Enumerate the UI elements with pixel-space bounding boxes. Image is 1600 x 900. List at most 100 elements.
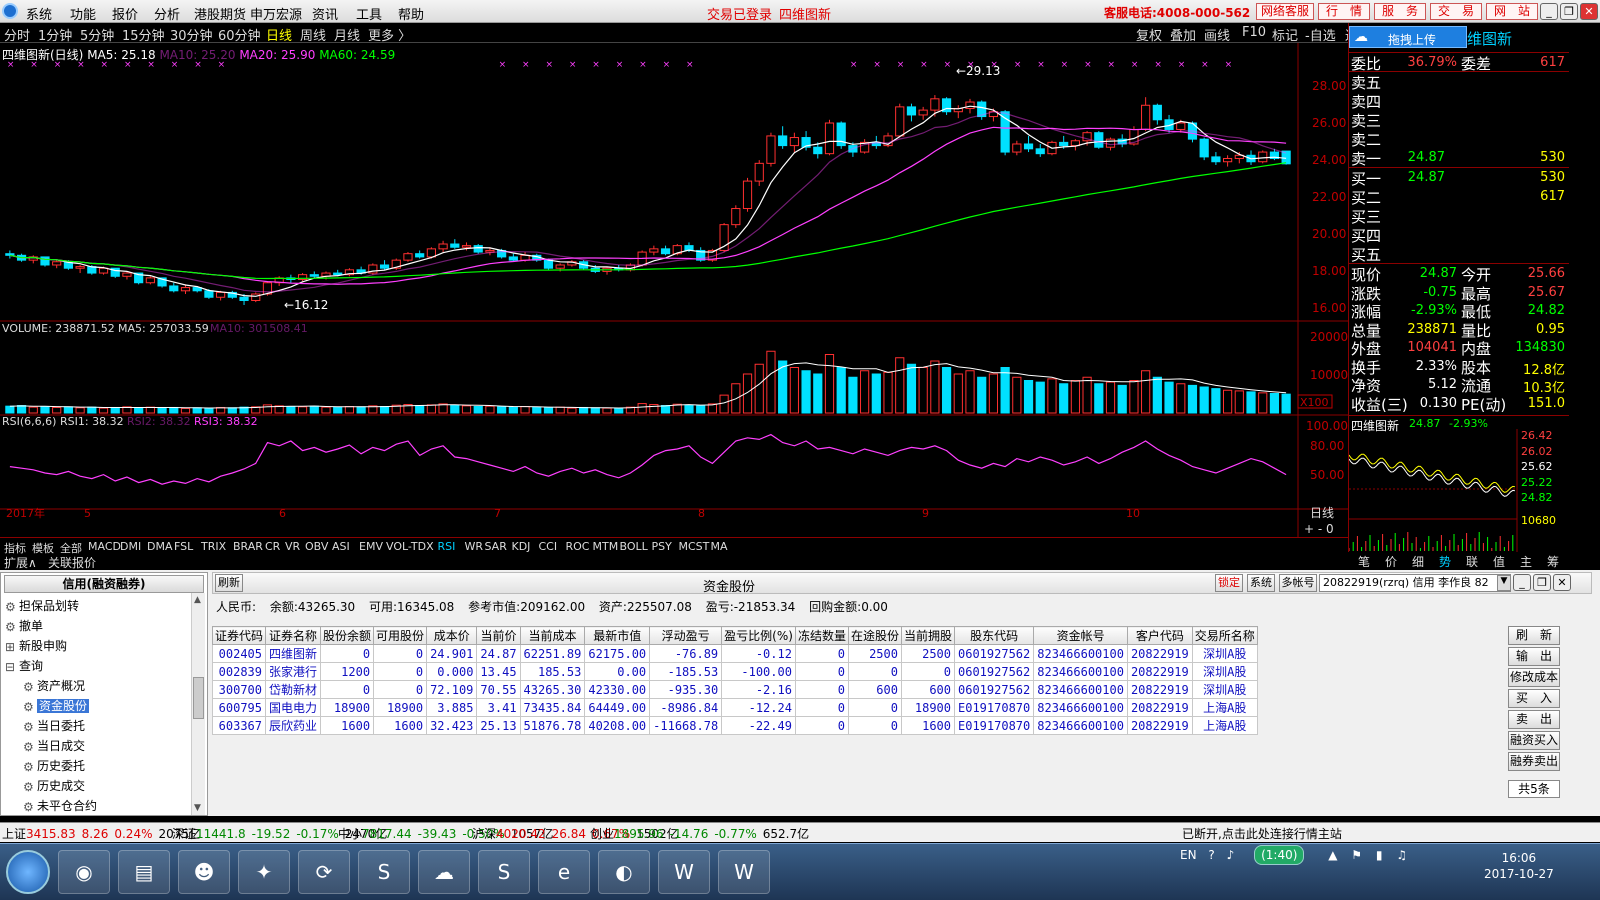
indicator-tab[interactable]: VOL-TDX <box>386 540 434 553</box>
action-button[interactable]: 卖 出 <box>1508 710 1560 729</box>
mini-tab[interactable]: 值 <box>1493 553 1505 570</box>
period-weekly[interactable]: 周线 <box>300 25 326 44</box>
system-button[interactable]: 系统 <box>1247 574 1275 592</box>
tree-item[interactable]: ⚙ 撤单 <box>5 617 43 634</box>
action-button[interactable]: 买 入 <box>1508 689 1560 708</box>
mic-icon[interactable]: ♪ <box>1227 848 1235 862</box>
indicator-tab[interactable]: BOLL <box>620 540 648 553</box>
indicator-tab[interactable]: ROC <box>566 540 590 553</box>
tree-item[interactable]: ⚙ 资金股份 <box>23 697 90 714</box>
restore-icon[interactable]: ❐ <box>1533 574 1551 591</box>
period-intraday[interactable]: 分时 <box>4 25 30 44</box>
market-button[interactable]: 行 情 <box>1318 3 1370 20</box>
expand-button[interactable]: 扩展∧ <box>4 554 37 571</box>
period-daily[interactable]: 日线 <box>266 25 292 44</box>
tree-item[interactable]: ⚙ 未平仓合约 <box>23 797 97 814</box>
website-button[interactable]: 网 站 <box>1486 3 1538 20</box>
arrow-up-icon[interactable]: ▲ <box>1328 848 1337 862</box>
column-header[interactable]: 当前拥股 <box>900 626 956 645</box>
online-service-button[interactable]: 网络客服 <box>1256 3 1314 20</box>
mini-tab[interactable]: 筹 <box>1547 553 1559 570</box>
holdings-table[interactable]: 证券代码 证券名称 股份余额 可用股份 成本价 当前价 当前成本 最新市值 浮动盈亏 盈亏比例(%… <box>211 626 1258 735</box>
action-button[interactable]: 刷 新 <box>1508 626 1560 645</box>
kline-chart[interactable]: × × × × × × × × × × × × × × × × × × × × × × × × × × × × × × × × × × × × 29.… <box>0 43 1348 537</box>
menu-function[interactable]: 功能 <box>70 4 96 23</box>
indicator-tab[interactable]: ASI <box>332 540 350 553</box>
related-quote-button[interactable]: 关联报价 <box>48 554 96 571</box>
menu-help[interactable]: 帮助 <box>398 4 424 23</box>
action-button[interactable]: 修改成本 <box>1508 668 1560 687</box>
mini-tab[interactable]: 价 <box>1385 553 1397 570</box>
indicator-tab[interactable]: SAR <box>485 540 507 553</box>
chevron-down-icon[interactable]: ▼ <box>1497 575 1511 591</box>
wps-icon[interactable]: W <box>658 850 710 894</box>
multi-account-button[interactable]: 多帐号 <box>1279 574 1317 592</box>
action-button[interactable]: 输 出 <box>1508 647 1560 666</box>
indicator-tab[interactable]: PSY <box>652 540 672 553</box>
indicator-tab[interactable]: DMI <box>120 540 141 553</box>
draw-button[interactable]: 画线 <box>1204 25 1230 44</box>
account-select[interactable]: 20822919(rzrq) 信用 李作良 82 <box>1319 574 1511 592</box>
indicator-tab[interactable]: OBV <box>305 540 328 553</box>
trade-button[interactable]: 交 易 <box>1430 3 1482 20</box>
search-app-icon[interactable]: S <box>358 850 410 894</box>
action-button[interactable]: 融资买入 <box>1508 731 1560 750</box>
table-row[interactable]: 603367 辰欣药业 1600 1600 32.423 25.13 51876.78 402… <box>211 716 1258 735</box>
ie-icon[interactable]: e <box>538 850 590 894</box>
window-app-icon[interactable]: ◐ <box>598 850 650 894</box>
tree-item[interactable]: ⚙ 历史委托 <box>23 757 85 774</box>
wps-ts-icon[interactable]: W <box>718 850 770 894</box>
cloud-app-icon[interactable]: ☁ <box>418 850 470 894</box>
indicator-tab[interactable]: CR <box>265 540 280 553</box>
table-row[interactable]: 002405 四维图新 0 0 24.901 24.87 62251.89 62175.00-… <box>211 644 1258 663</box>
indicator-tab[interactable]: KDJ <box>512 540 531 553</box>
column-header[interactable]: 证券代码 <box>211 626 267 645</box>
menu-shenwan[interactable]: 申万宏源 <box>250 4 302 23</box>
mini-tab[interactable]: 势 <box>1439 553 1451 570</box>
tree-scrollbar[interactable]: ▲ ▼ <box>191 593 205 815</box>
indicator-tab[interactable]: WR <box>465 540 484 553</box>
start-button[interactable] <box>6 850 50 894</box>
menu-news[interactable]: 资讯 <box>312 4 338 23</box>
table-row[interactable]: 002839 张家港行 1200 0 0.000 13.45 185.53 0.00 -185.… <box>211 662 1258 681</box>
close-icon[interactable]: ✕ <box>1580 3 1598 20</box>
tree-item[interactable]: ⊞ 新股申购 <box>5 637 67 654</box>
network-icon[interactable]: ▮ <box>1376 848 1383 862</box>
zoom-controls[interactable]: + - 0 <box>1304 522 1334 536</box>
refresh-button[interactable]: 刷新 <box>215 574 243 592</box>
mini-tab[interactable]: 笔 <box>1358 553 1370 570</box>
period-monthly[interactable]: 月线 <box>334 25 360 44</box>
column-header[interactable]: 冻结数量 <box>794 626 849 645</box>
upload-button[interactable]: ☁ 拖拽上传 <box>1349 26 1467 48</box>
indicator-tab[interactable]: VR <box>285 540 300 553</box>
indicator-tab[interactable]: CCI <box>539 540 558 553</box>
clock[interactable]: 16:06 2017-10-27 <box>1484 850 1554 882</box>
indicator-tab[interactable]: MACD <box>88 540 121 553</box>
column-header[interactable]: 浮动盈亏 <box>649 626 723 645</box>
mini-intraday-chart[interactable]: 26.42 26.02 25.62 25.22 24.82 10680 <box>1349 429 1569 553</box>
indicator-tab[interactable]: FSL <box>174 540 193 553</box>
trading-app-icon[interactable]: ✦ <box>238 850 290 894</box>
volume-icon[interactable]: ♫ <box>1396 848 1407 862</box>
tree-item[interactable]: ⚙ 历史成交 <box>23 777 85 794</box>
indicator-tab[interactable]: MA <box>711 540 728 553</box>
action-button[interactable]: 融券卖出 <box>1508 752 1560 771</box>
service-button[interactable]: 服 务 <box>1374 3 1426 20</box>
period-30min[interactable]: 30分钟 <box>170 25 213 44</box>
tree-item[interactable]: ⚙ 当日委托 <box>23 717 85 734</box>
close-icon[interactable]: ✕ <box>1553 574 1571 591</box>
period-60min[interactable]: 60分钟 <box>218 25 261 44</box>
menu-quote[interactable]: 报价 <box>112 4 138 23</box>
column-header[interactable]: 股份余额 <box>320 626 375 645</box>
language-indicator[interactable]: EN <box>1180 848 1197 862</box>
mark-button[interactable]: 标记 <box>1272 25 1298 44</box>
mini-tab[interactable]: 联 <box>1466 553 1478 570</box>
column-header[interactable]: 在途股份 <box>847 626 902 645</box>
menu-hk-futures[interactable]: 港股期货 <box>194 4 246 23</box>
column-header[interactable]: 资金帐号 <box>1033 626 1128 645</box>
indicator-tab[interactable]: DMA <box>147 540 173 553</box>
menu-system[interactable]: 系统 <box>26 4 52 23</box>
tree-item[interactable]: ⊟ 查询 <box>5 657 43 674</box>
column-header[interactable]: 交易所名称 <box>1191 626 1258 645</box>
column-header[interactable]: 可用股份 <box>373 626 428 645</box>
